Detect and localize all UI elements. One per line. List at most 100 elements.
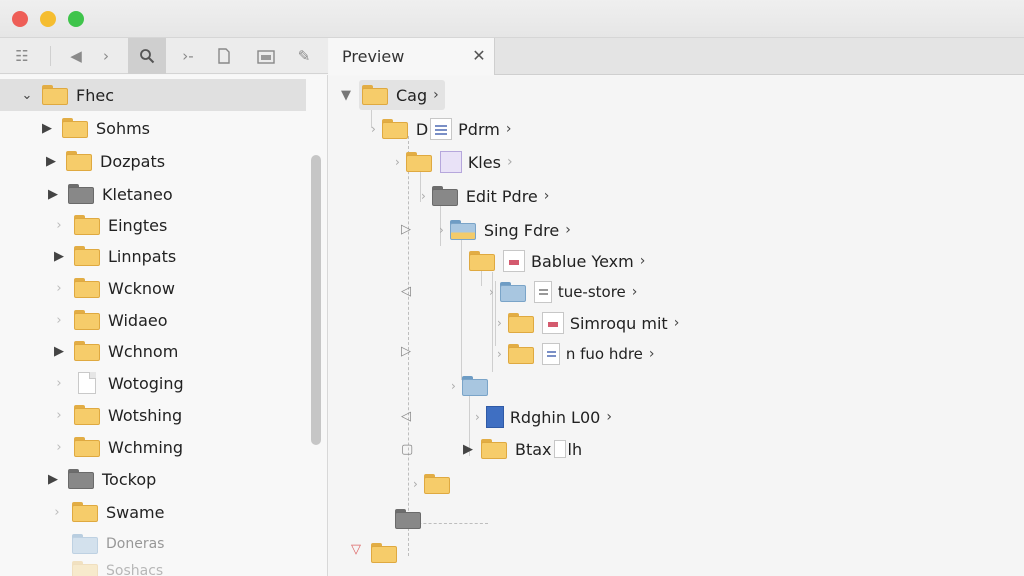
folder-icon bbox=[74, 215, 100, 235]
sidebar-item[interactable]: › Widaeo bbox=[0, 304, 306, 336]
folder-icon bbox=[499, 282, 526, 302]
preview-tree: ▷ ◁ ▷ ◁ ▢ ▽ ▼ Cag › › D Pdrm › › Kles › … bbox=[329, 76, 1024, 576]
sidebar-item[interactable]: › Wchming bbox=[0, 431, 306, 463]
tree-node-label: Kles bbox=[467, 152, 501, 172]
terminal-icon[interactable]: ›- bbox=[170, 38, 206, 74]
tree-node[interactable]: › Kles › bbox=[395, 147, 513, 177]
tree-node[interactable]: Bablue Yexm › bbox=[469, 246, 645, 276]
folder-icon bbox=[371, 543, 397, 563]
chevron-right-icon: › bbox=[506, 154, 513, 170]
folder-icon[interactable] bbox=[248, 38, 284, 74]
disclosure-arrow-icon[interactable]: ⌄ bbox=[20, 88, 34, 103]
tree-node-label: tue-store bbox=[557, 283, 626, 301]
tree-node[interactable]: › bbox=[451, 371, 496, 401]
open-folder-icon bbox=[449, 220, 476, 240]
sidebar-item[interactable]: › Wotshing bbox=[0, 399, 306, 431]
tree-node[interactable]: › D Pdrm › bbox=[371, 114, 511, 144]
chevron-right-icon: › bbox=[497, 347, 502, 361]
sidebar-item[interactable]: ⌄ Fhec bbox=[0, 79, 306, 111]
disclosure-arrow-icon[interactable]: › bbox=[52, 313, 66, 328]
folder-icon bbox=[68, 469, 94, 489]
tree-node-label: Pdrm bbox=[458, 119, 500, 139]
tree-node[interactable] bbox=[371, 538, 405, 568]
disclosure-arrow-icon[interactable]: ▶ bbox=[52, 344, 66, 359]
tree-marker-icon: ◁ bbox=[401, 409, 411, 424]
tree-node[interactable]: › Edit Pdre › bbox=[421, 181, 549, 211]
chevron-right-icon: › bbox=[673, 315, 680, 331]
tree-node[interactable] bbox=[395, 504, 429, 534]
zoom-window-button[interactable] bbox=[68, 11, 84, 27]
pin-icon[interactable]: ✎ bbox=[286, 38, 322, 74]
list-icon[interactable]: ☷ bbox=[4, 38, 40, 74]
sidebar-item[interactable]: ▶ Tockop bbox=[0, 463, 306, 495]
chevron-right-icon: › bbox=[606, 409, 612, 425]
sidebar-scrollbar[interactable] bbox=[311, 155, 321, 445]
tree-node-label: Bablue Yexm bbox=[531, 251, 634, 271]
sidebar-item[interactable]: Soshacs bbox=[0, 555, 306, 576]
chevron-right-icon: › bbox=[421, 189, 426, 203]
tab-label: Preview bbox=[342, 47, 405, 66]
sidebar-item[interactable]: › Wotoging bbox=[0, 367, 306, 399]
tree-node-root[interactable]: ▼ Cag › bbox=[339, 80, 445, 110]
folder-icon bbox=[507, 344, 534, 364]
folder-icon bbox=[74, 341, 100, 361]
tree-node-label: Rdghin L00 bbox=[509, 407, 601, 427]
toolbar-divider bbox=[50, 46, 51, 66]
disclosure-arrow-icon[interactable]: › bbox=[52, 440, 66, 455]
tree-node[interactable]: › tue-store › bbox=[489, 277, 637, 307]
close-tab-icon[interactable]: ✕ bbox=[469, 46, 489, 66]
sidebar-item[interactable]: › Swame bbox=[0, 496, 306, 528]
disclosure-arrow-icon[interactable]: ▶ bbox=[46, 472, 60, 487]
tree-marker-icon: ▷ bbox=[401, 222, 411, 237]
search-icon[interactable] bbox=[128, 38, 166, 74]
sidebar-item[interactable]: ▶ Dozpats bbox=[0, 145, 306, 177]
folder-icon bbox=[74, 437, 100, 457]
sidebar-item[interactable]: ▶ Sohms bbox=[0, 112, 306, 144]
folder-icon bbox=[62, 118, 88, 138]
chevron-right-icon: › bbox=[497, 316, 502, 330]
folder-icon bbox=[68, 184, 94, 204]
tree-node[interactable]: › Simroqu mit › bbox=[497, 308, 679, 338]
sidebar-item-label: Sohms bbox=[96, 118, 151, 138]
minimize-window-button[interactable] bbox=[40, 11, 56, 27]
chevron-right-icon: › bbox=[543, 188, 550, 204]
chevron-right-icon: › bbox=[451, 379, 456, 393]
sidebar: ⌄ Fhec ▶ Sohms ▶ Dozpats ▶ Kletaneo › Ei… bbox=[0, 75, 328, 576]
forward-icon[interactable]: › bbox=[88, 38, 124, 74]
folder-icon bbox=[405, 152, 432, 172]
sidebar-item[interactable]: ▶ Wchnom bbox=[0, 335, 306, 367]
document-icon[interactable] bbox=[206, 38, 242, 74]
tree-node[interactable]: › n fuo hdre › bbox=[497, 339, 655, 369]
sidebar-item[interactable]: ▶ Linnpats bbox=[0, 240, 306, 272]
sidebar-item[interactable]: › Eingtes bbox=[0, 209, 306, 241]
tree-node[interactable]: › Rdghin L00 › bbox=[475, 402, 612, 432]
tree-marker-icon: ◁ bbox=[401, 284, 411, 299]
tree-node[interactable]: › Sing Fdre › bbox=[439, 215, 571, 245]
chevron-right-icon: › bbox=[433, 87, 439, 103]
disclosure-arrow-icon[interactable]: ▶ bbox=[40, 121, 54, 136]
disclosure-arrow-icon[interactable]: › bbox=[52, 281, 66, 296]
tree-node[interactable]: ▶ Btax lh bbox=[461, 434, 582, 464]
expanded-arrow-icon[interactable]: ▼ bbox=[339, 88, 353, 103]
magnifier-glyph bbox=[140, 49, 155, 64]
tree-node[interactable]: › bbox=[413, 469, 458, 499]
sidebar-item-label: Dozpats bbox=[100, 151, 166, 171]
disclosure-arrow-icon[interactable]: ▶ bbox=[52, 249, 66, 264]
close-window-button[interactable] bbox=[12, 11, 28, 27]
disclosure-arrow-icon[interactable]: ▶ bbox=[461, 442, 475, 457]
sidebar-item-label: Eingtes bbox=[108, 215, 168, 235]
sidebar-item-label: Wotshing bbox=[108, 405, 183, 425]
tree-node-label: n fuo hdre bbox=[565, 345, 643, 363]
disclosure-arrow-icon[interactable]: ▶ bbox=[46, 187, 60, 202]
image-file-icon bbox=[439, 151, 462, 173]
folder-icon bbox=[423, 474, 450, 494]
sidebar-item-label: Linnpats bbox=[108, 246, 177, 266]
sidebar-item[interactable]: ▶ Kletaneo bbox=[0, 178, 306, 210]
disclosure-arrow-icon[interactable]: › bbox=[50, 505, 64, 520]
disclosure-arrow-icon[interactable]: › bbox=[52, 376, 66, 391]
sidebar-item[interactable]: › Wcknow bbox=[0, 272, 306, 304]
tree-node-chip[interactable]: Cag › bbox=[359, 80, 445, 110]
disclosure-arrow-icon[interactable]: ▶ bbox=[44, 154, 58, 169]
disclosure-arrow-icon[interactable]: › bbox=[52, 408, 66, 423]
disclosure-arrow-icon[interactable]: › bbox=[52, 218, 66, 233]
